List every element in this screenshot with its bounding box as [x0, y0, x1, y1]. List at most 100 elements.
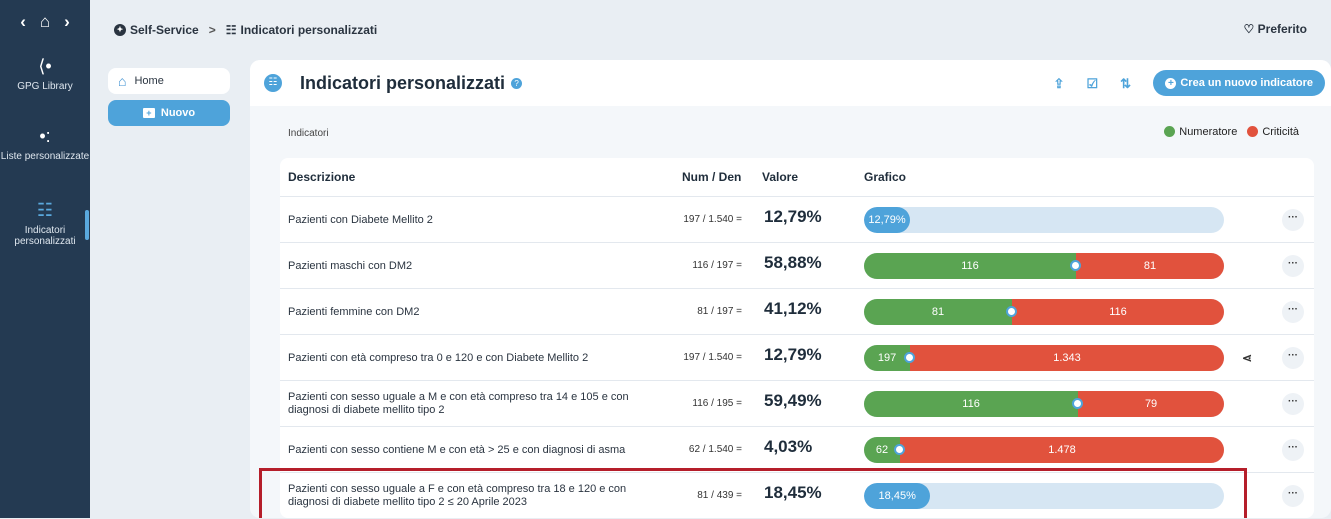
upload-icon[interactable]: ⇪: [1054, 76, 1065, 92]
chart-segment: 116: [864, 253, 1076, 279]
chart-segment: 1.343: [910, 345, 1224, 371]
row-chart: 197 1.343: [864, 345, 1224, 371]
rail-nav: ‹ ⌂ ›: [0, 0, 90, 44]
row-value: 4,03%: [764, 437, 813, 456]
rail-item-gpg-library[interactable]: ⟨• GPG Library: [0, 56, 90, 92]
column-header-valore: Valore: [762, 170, 799, 184]
breadcrumb-separator: >: [208, 23, 216, 37]
rail-item-label: Indicatori personalizzati: [14, 225, 76, 247]
new-label: Nuovo: [160, 107, 196, 119]
help-icon[interactable]: ?: [511, 77, 523, 89]
row-num-den: 197 / 1.540 =: [683, 352, 742, 363]
new-button[interactable]: + Nuovo: [108, 100, 230, 126]
row-chart: 62 1.478: [864, 437, 1224, 463]
legend-label: Numeratore: [1179, 126, 1238, 138]
breadcrumb-root[interactable]: Self-Service: [130, 23, 199, 37]
rail-item-indicatori-personalizzati[interactable]: ☷ Indicatori personalizzati: [0, 200, 90, 247]
row-value: 59,49%: [764, 391, 822, 410]
legend-item-numeratore: Numeratore: [1164, 126, 1237, 138]
sort-icon[interactable]: ⇅: [1120, 76, 1131, 92]
more-options-button[interactable]: ···: [1282, 209, 1304, 231]
chart-segment: 79: [1078, 391, 1224, 417]
row-value: 12,79%: [764, 345, 822, 364]
more-options-button[interactable]: ···: [1282, 347, 1304, 369]
highlight-box: [259, 468, 1247, 518]
more-options-button[interactable]: ···: [1282, 439, 1304, 461]
split-knob: [904, 352, 916, 363]
row-description: Pazienti maschi con DM2: [288, 259, 413, 272]
red-dot-icon: [1247, 126, 1259, 137]
table-row[interactable]: Pazienti con Diabete Mellito 2 197 / 1.54…: [280, 196, 1314, 242]
column-header-num-den: Num / Den: [682, 170, 742, 184]
more-options-button[interactable]: ···: [1282, 485, 1304, 507]
row-chart: 81 116: [864, 299, 1224, 325]
home-icon[interactable]: ⌂: [40, 12, 50, 32]
list-icon: ☷: [225, 23, 237, 37]
row-num-den: 81 / 197 =: [697, 306, 742, 317]
row-chart: 116 81: [864, 253, 1224, 279]
chart-segment: 81: [1075, 253, 1224, 279]
row-description: Pazienti femmine con DM2: [288, 305, 420, 318]
left-rail: ‹ ⌂ › ⟨• GPG Library •: Liste personaliz…: [0, 0, 90, 518]
share-icon[interactable]: ⋖: [1242, 351, 1252, 365]
row-num-den: 62 / 1.540 =: [688, 444, 742, 455]
compass-icon: ✦: [114, 24, 126, 36]
card-header: ☷ Indicatori personalizzati ? ⇪ ☑ ⇅ + Cr…: [250, 60, 1331, 106]
legend-item-criticita: Criticità: [1247, 126, 1299, 138]
breadcrumb-current: Indicatori personalizzati: [240, 23, 378, 37]
green-dot-icon: [1164, 126, 1176, 137]
rail-item-label: Liste personalizzate: [0, 151, 90, 162]
breadcrumb: ✦ Self-Service > ☷ Indicatori personaliz…: [90, 0, 1331, 60]
more-options-button[interactable]: ···: [1282, 255, 1304, 277]
row-chart: 116 79: [864, 391, 1224, 417]
table-row[interactable]: Pazienti con età compreso tra 0 e 120 e …: [280, 334, 1314, 380]
more-options-button[interactable]: ···: [1282, 393, 1304, 415]
row-num-den: 116 / 197 =: [692, 260, 742, 271]
toolbar: ⇪ ☑ ⇅: [1054, 76, 1131, 92]
home-label: Home: [134, 75, 164, 87]
list-share-icon: •:: [39, 126, 51, 146]
row-description: Pazienti con età compreso tra 0 e 120 e …: [288, 351, 589, 364]
column-header-grafico: Grafico: [864, 170, 907, 184]
create-label: Crea un nuovo indicatore: [1180, 77, 1313, 89]
favorite-button[interactable]: ♡ Preferito: [1244, 22, 1307, 36]
back-icon[interactable]: ‹: [20, 12, 26, 32]
row-description: Pazienti con sesso contiene M e con età …: [288, 443, 626, 456]
split-knob: [894, 444, 905, 455]
row-value: 12,79%: [764, 207, 822, 226]
forward-icon[interactable]: ›: [64, 12, 70, 32]
rail-selection-indicator: [85, 210, 89, 240]
row-description: Pazienti con Diabete Mellito 2: [288, 213, 433, 226]
row-value: 58,88%: [764, 253, 822, 272]
indicators-table: Descrizione Num / Den Valore Grafico Paz…: [280, 158, 1314, 518]
legend-label: Criticità: [1262, 126, 1299, 138]
table-row[interactable]: Pazienti con sesso uguale a M e con età …: [280, 380, 1314, 426]
column-header-descrizione: Descrizione: [288, 170, 356, 184]
row-value: 41,12%: [764, 299, 822, 318]
checkbox-icon[interactable]: ☑: [1086, 76, 1098, 92]
chart-segment: 116: [864, 391, 1079, 417]
more-options-button[interactable]: ···: [1282, 301, 1304, 323]
plus-icon: +: [1165, 77, 1177, 89]
create-indicator-button[interactable]: + Crea un nuovo indicatore: [1153, 70, 1325, 96]
row-num-den: 197 / 1.540 =: [683, 214, 742, 225]
indicators-card: ☷ Indicatori personalizzati ? ⇪ ☑ ⇅ + Cr…: [250, 60, 1331, 518]
page-title: Indicatori personalizzati: [300, 72, 506, 93]
row-num-den: 116 / 195 =: [692, 398, 742, 409]
legend: Numeratore Criticità: [1164, 126, 1299, 138]
split-knob: [1006, 306, 1018, 317]
table-row[interactable]: Pazienti con sesso contiene M e con età …: [280, 426, 1314, 472]
rail-item-liste-personalizzate[interactable]: •: Liste personalizzate: [0, 126, 90, 162]
folder-plus-icon: +: [142, 108, 155, 118]
table-row[interactable]: Pazienti maschi con DM2 116 / 197 = 58,88%…: [280, 242, 1314, 288]
split-knob: [1069, 260, 1081, 271]
table-row[interactable]: Pazienti femmine con DM2 81 / 197 = 41,12%…: [280, 288, 1314, 334]
indicator-icon: ☷: [264, 74, 282, 92]
chart-segment: 116: [1012, 299, 1224, 325]
list-icon: ☷: [36, 200, 54, 220]
row-chart: 12,79%: [864, 207, 1224, 233]
home-button[interactable]: ⌂ Home: [108, 68, 230, 94]
chart-segment: 1.478: [900, 437, 1224, 463]
side-nav: ⌂ Home + Nuovo: [108, 68, 230, 126]
row-description: Pazienti con sesso uguale a M e con età …: [288, 391, 629, 416]
